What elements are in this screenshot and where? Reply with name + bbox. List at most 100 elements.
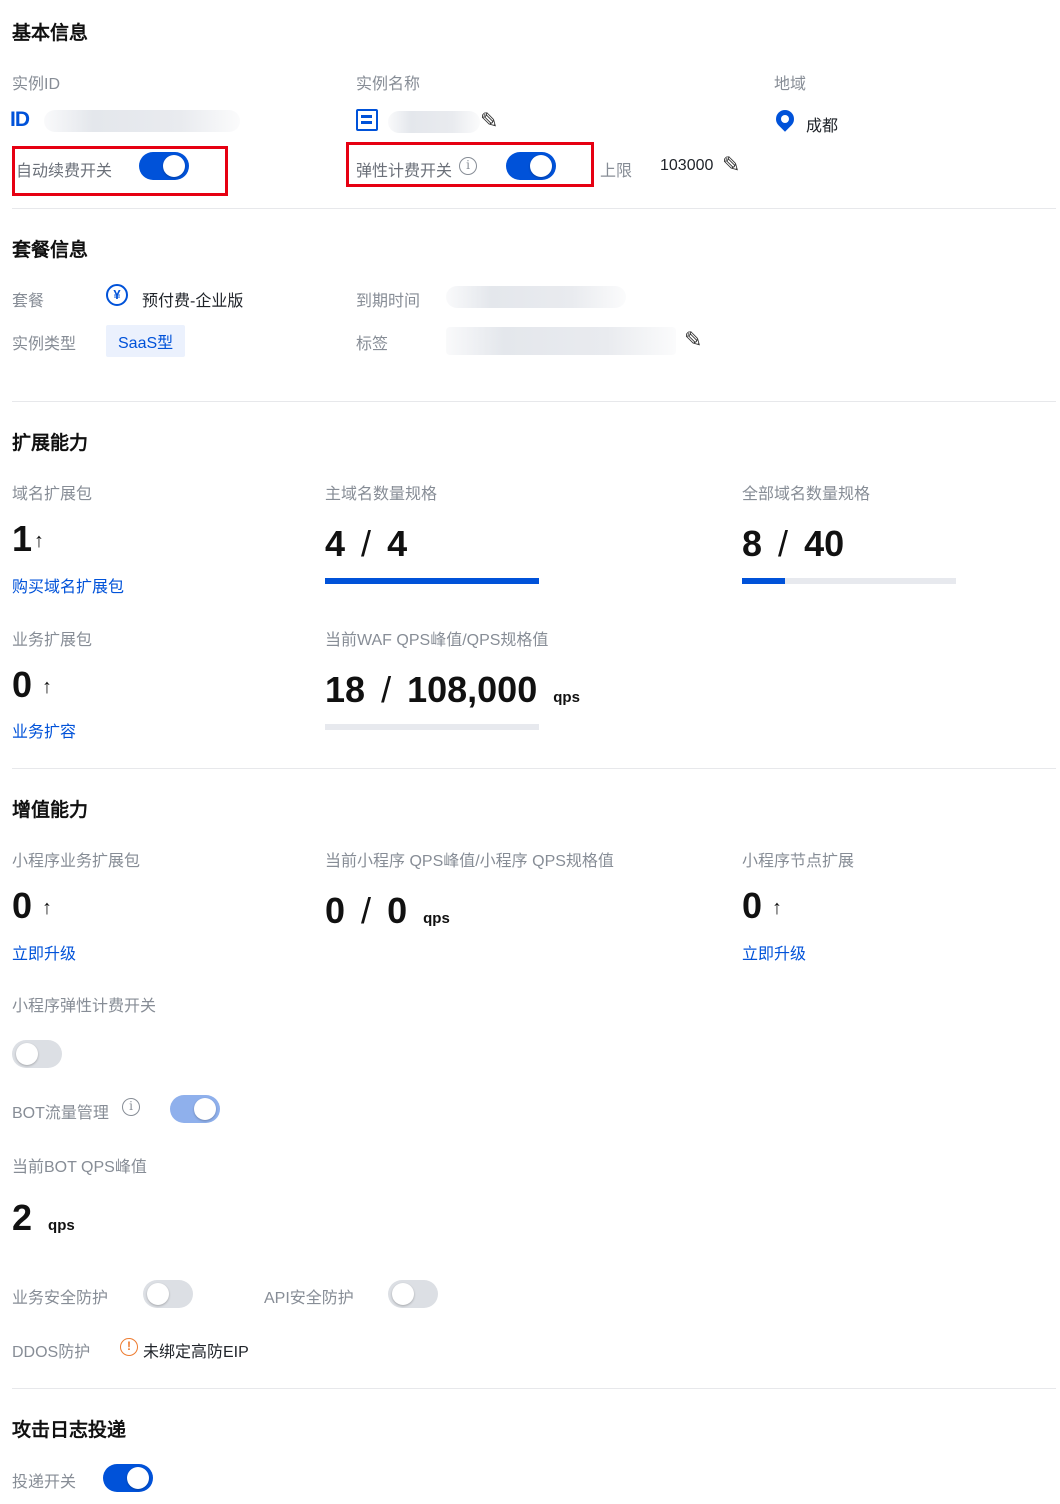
- info-icon[interactable]: i: [459, 157, 477, 175]
- region-label: 地域: [774, 76, 807, 93]
- elastic-billing-label: 弹性计费开关: [356, 163, 453, 180]
- ddos-value: 未绑定高防EIP: [143, 1344, 249, 1361]
- domain-pack-value: 1: [12, 518, 33, 559]
- domain-pack-label: 域名扩展包: [12, 486, 93, 503]
- edit-limit-icon[interactable]: ✎: [722, 152, 740, 178]
- main-domain-quota: 4 / 4: [325, 526, 407, 562]
- all-domain-label: 全部域名数量规格: [742, 486, 871, 503]
- biz-security-label: 业务安全防护: [12, 1290, 109, 1307]
- divider: [12, 768, 1056, 769]
- edit-tags-icon[interactable]: ✎: [684, 327, 702, 353]
- instance-name-value-blurred: [388, 111, 480, 133]
- all-domain-total: 40: [804, 523, 845, 564]
- all-domain-progress-bar: [742, 578, 956, 584]
- bot-qps-value: 2: [12, 1197, 33, 1238]
- main-domain-progress-bar: [325, 578, 539, 584]
- toggle-knob: [147, 1283, 169, 1305]
- tags-label: 标签: [356, 336, 389, 353]
- divider: [12, 1388, 1056, 1389]
- edit-name-icon[interactable]: ✎: [480, 108, 498, 134]
- ddos-label: DDOS防护: [12, 1344, 91, 1361]
- delivery-toggle[interactable]: [103, 1464, 153, 1492]
- buy-domain-pack-link[interactable]: 购买域名扩展包: [12, 573, 124, 597]
- mini-qps-used: 0: [325, 890, 346, 931]
- api-security-label: API安全防护: [264, 1290, 354, 1307]
- mini-upgrade-link[interactable]: 立即升级: [12, 940, 76, 964]
- delivery-label: 投递开关: [12, 1474, 77, 1491]
- instance-name-icon: [356, 109, 378, 131]
- biz-pack-label: 业务扩展包: [12, 632, 93, 649]
- waf-qps-progress-bar: [325, 724, 539, 730]
- extend-section-title: 扩展能力: [12, 433, 89, 454]
- region-value: 成都: [806, 118, 839, 135]
- slash: /: [361, 523, 372, 564]
- up-arrow-icon: ↑: [772, 897, 782, 919]
- divider: [12, 401, 1056, 402]
- waf-qps-unit: qps: [553, 689, 580, 706]
- bot-qps-label: 当前BOT QPS峰值: [12, 1159, 147, 1176]
- warning-icon: !: [120, 1338, 138, 1356]
- info-icon[interactable]: i: [122, 1098, 140, 1116]
- up-arrow-icon: ↑: [42, 676, 52, 698]
- elastic-billing-toggle[interactable]: [506, 152, 556, 180]
- biz-pack-value: 0: [12, 664, 33, 705]
- waf-qps-used: 18: [325, 669, 366, 710]
- log-section-title: 攻击日志投递: [12, 1420, 127, 1441]
- waf-qps-label: 当前WAF QPS峰值/QPS规格值: [325, 632, 549, 649]
- progress-fill: [742, 578, 785, 584]
- instance-type-label: 实例类型: [12, 336, 77, 353]
- mini-node-value: 0: [742, 885, 763, 926]
- all-domain-quota: 8 / 40: [742, 526, 844, 562]
- mini-qps-label: 当前小程序 QPS峰值/小程序 QPS规格值: [325, 853, 614, 870]
- basic-section-title: 基本信息: [12, 23, 89, 44]
- main-domain-label: 主域名数量规格: [325, 486, 438, 503]
- bot-toggle[interactable]: [170, 1095, 220, 1123]
- instance-id-label: 实例ID: [12, 76, 61, 93]
- slash: /: [361, 890, 372, 931]
- api-security-toggle[interactable]: [388, 1280, 438, 1308]
- package-section-title: 套餐信息: [12, 240, 89, 261]
- mini-qps-quota: 0 / 0 qps: [325, 893, 450, 929]
- mini-qps-unit: qps: [423, 910, 450, 927]
- expire-label: 到期时间: [356, 293, 421, 310]
- value-added-section-title: 增值能力: [12, 800, 89, 821]
- instance-type-tag: SaaS型: [106, 325, 186, 357]
- waf-qps-quota: 18 / 108,000 qps: [325, 672, 580, 708]
- mini-elastic-label: 小程序弹性计费开关: [12, 998, 157, 1015]
- limit-label: 上限: [600, 163, 633, 180]
- bot-qps-quota: 2 qps: [12, 1200, 75, 1236]
- instance-id-value-blurred: [44, 110, 240, 132]
- toggle-knob: [194, 1098, 216, 1120]
- toggle-knob: [392, 1283, 414, 1305]
- main-domain-total: 4: [387, 523, 408, 564]
- mini-pack-label: 小程序业务扩展包: [12, 853, 141, 870]
- plan-label: 套餐: [12, 293, 45, 310]
- main-domain-used: 4: [325, 523, 346, 564]
- limit-value: 103000: [660, 157, 714, 174]
- waf-qps-total: 108,000: [407, 669, 538, 710]
- toggle-knob: [163, 155, 185, 177]
- slash: /: [381, 669, 392, 710]
- expire-value-blurred: [446, 286, 626, 308]
- divider: [12, 208, 1056, 209]
- bot-label: BOT流量管理: [12, 1105, 109, 1122]
- progress-fill: [325, 578, 539, 584]
- location-pin-icon: [772, 106, 798, 132]
- up-arrow-icon: ↑: [34, 530, 44, 552]
- up-arrow-icon: ↑: [42, 897, 52, 919]
- all-domain-used: 8: [742, 523, 763, 564]
- biz-security-toggle[interactable]: [143, 1280, 193, 1308]
- instance-name-label: 实例名称: [356, 76, 421, 93]
- slash: /: [778, 523, 789, 564]
- toggle-knob: [16, 1043, 38, 1065]
- bot-qps-unit: qps: [48, 1217, 75, 1234]
- mini-pack-value: 0: [12, 885, 33, 926]
- mini-elastic-toggle[interactable]: [12, 1040, 62, 1068]
- mini-node-upgrade-link[interactable]: 立即升级: [742, 940, 806, 964]
- biz-expand-link[interactable]: 业务扩容: [12, 718, 76, 742]
- tags-value-blurred: [446, 327, 676, 355]
- toggle-knob: [127, 1467, 149, 1489]
- mini-node-label: 小程序节点扩展: [742, 853, 855, 870]
- mini-qps-total: 0: [387, 890, 408, 931]
- auto-renew-toggle[interactable]: [139, 152, 189, 180]
